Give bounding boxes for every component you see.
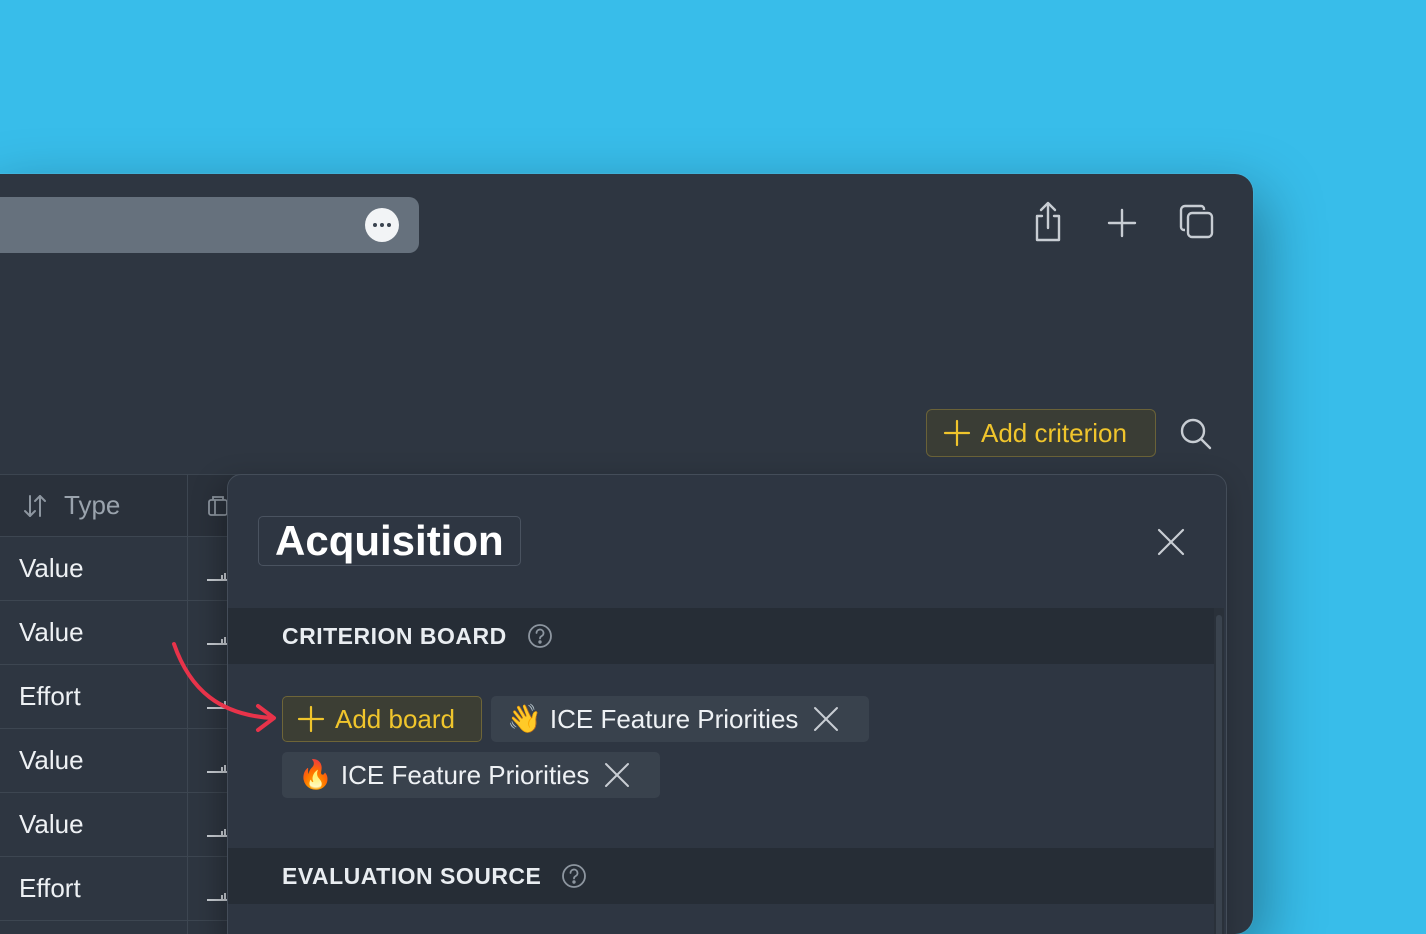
add-criterion-label: Add criterion bbox=[981, 417, 1127, 448]
column-type-icon bbox=[208, 496, 228, 516]
table-header: Type bbox=[0, 475, 240, 537]
type-cell: Value bbox=[19, 553, 84, 583]
more-options-button[interactable] bbox=[365, 208, 399, 242]
sort-icon[interactable] bbox=[22, 493, 48, 519]
type-cell: Value bbox=[19, 809, 84, 839]
section-title: CRITERION BOARD bbox=[282, 622, 507, 649]
criterion-title-input[interactable]: Acquisition bbox=[258, 516, 521, 566]
address-bar[interactable] bbox=[0, 197, 419, 253]
bar-chart-icon bbox=[207, 893, 227, 901]
close-icon[interactable] bbox=[1156, 527, 1186, 557]
remove-board-icon[interactable] bbox=[812, 705, 840, 733]
plus-icon bbox=[297, 705, 325, 733]
board-chip[interactable]: 🔥 ICE Feature Priorities bbox=[282, 752, 660, 798]
type-cell: Value bbox=[19, 745, 84, 775]
help-icon[interactable] bbox=[527, 623, 553, 649]
fire-icon: 🔥 bbox=[298, 759, 333, 790]
board-name: ICE Feature Priorities bbox=[340, 759, 590, 790]
column-header-type[interactable]: Type bbox=[64, 490, 120, 521]
panel-scrollbar-thumb[interactable] bbox=[1216, 615, 1222, 934]
ellipsis-icon bbox=[373, 223, 377, 227]
type-cell: Effort bbox=[19, 873, 81, 903]
type-cell: Effort bbox=[19, 681, 81, 711]
table-row[interactable]: Value bbox=[0, 537, 240, 601]
plus-icon bbox=[1107, 208, 1137, 238]
search-button[interactable] bbox=[1179, 417, 1213, 451]
evaluation-source-section-header: EVALUATION SOURCE bbox=[228, 848, 1214, 904]
help-icon[interactable] bbox=[561, 863, 587, 889]
app-window: Add criterion Type Value Value Effort Va… bbox=[0, 174, 1253, 934]
criterion-board-section-header: CRITERION BOARD bbox=[228, 608, 1214, 664]
share-button[interactable] bbox=[1028, 200, 1068, 244]
waving-hand-icon: 👋 bbox=[507, 703, 542, 734]
bar-chart-icon bbox=[207, 573, 227, 581]
remove-board-icon[interactable] bbox=[603, 761, 631, 789]
board-chip[interactable]: 👋 ICE Feature Priorities bbox=[491, 696, 869, 742]
criterion-detail-panel: Acquisition CRITERION BOARD Add board 👋 … bbox=[227, 474, 1227, 934]
add-criterion-button[interactable]: Add criterion bbox=[926, 409, 1156, 457]
table-row[interactable]: Value bbox=[0, 793, 240, 857]
bar-chart-icon bbox=[207, 765, 227, 773]
new-tab-button[interactable] bbox=[1102, 200, 1142, 244]
annotation-arrow-icon bbox=[172, 642, 276, 732]
add-board-label: Add board bbox=[335, 703, 455, 734]
bar-chart-icon bbox=[207, 829, 227, 837]
type-cell: Value bbox=[19, 617, 84, 647]
tabs-overview-button[interactable] bbox=[1177, 200, 1217, 244]
search-icon bbox=[1180, 418, 1212, 450]
tabs-icon bbox=[1179, 204, 1214, 239]
share-icon bbox=[1035, 201, 1061, 242]
plus-icon bbox=[943, 419, 971, 447]
board-name: ICE Feature Priorities bbox=[549, 703, 799, 734]
table-row[interactable]: Effort bbox=[0, 857, 240, 921]
section-title: EVALUATION SOURCE bbox=[282, 862, 542, 889]
add-board-button[interactable]: Add board bbox=[282, 696, 482, 742]
